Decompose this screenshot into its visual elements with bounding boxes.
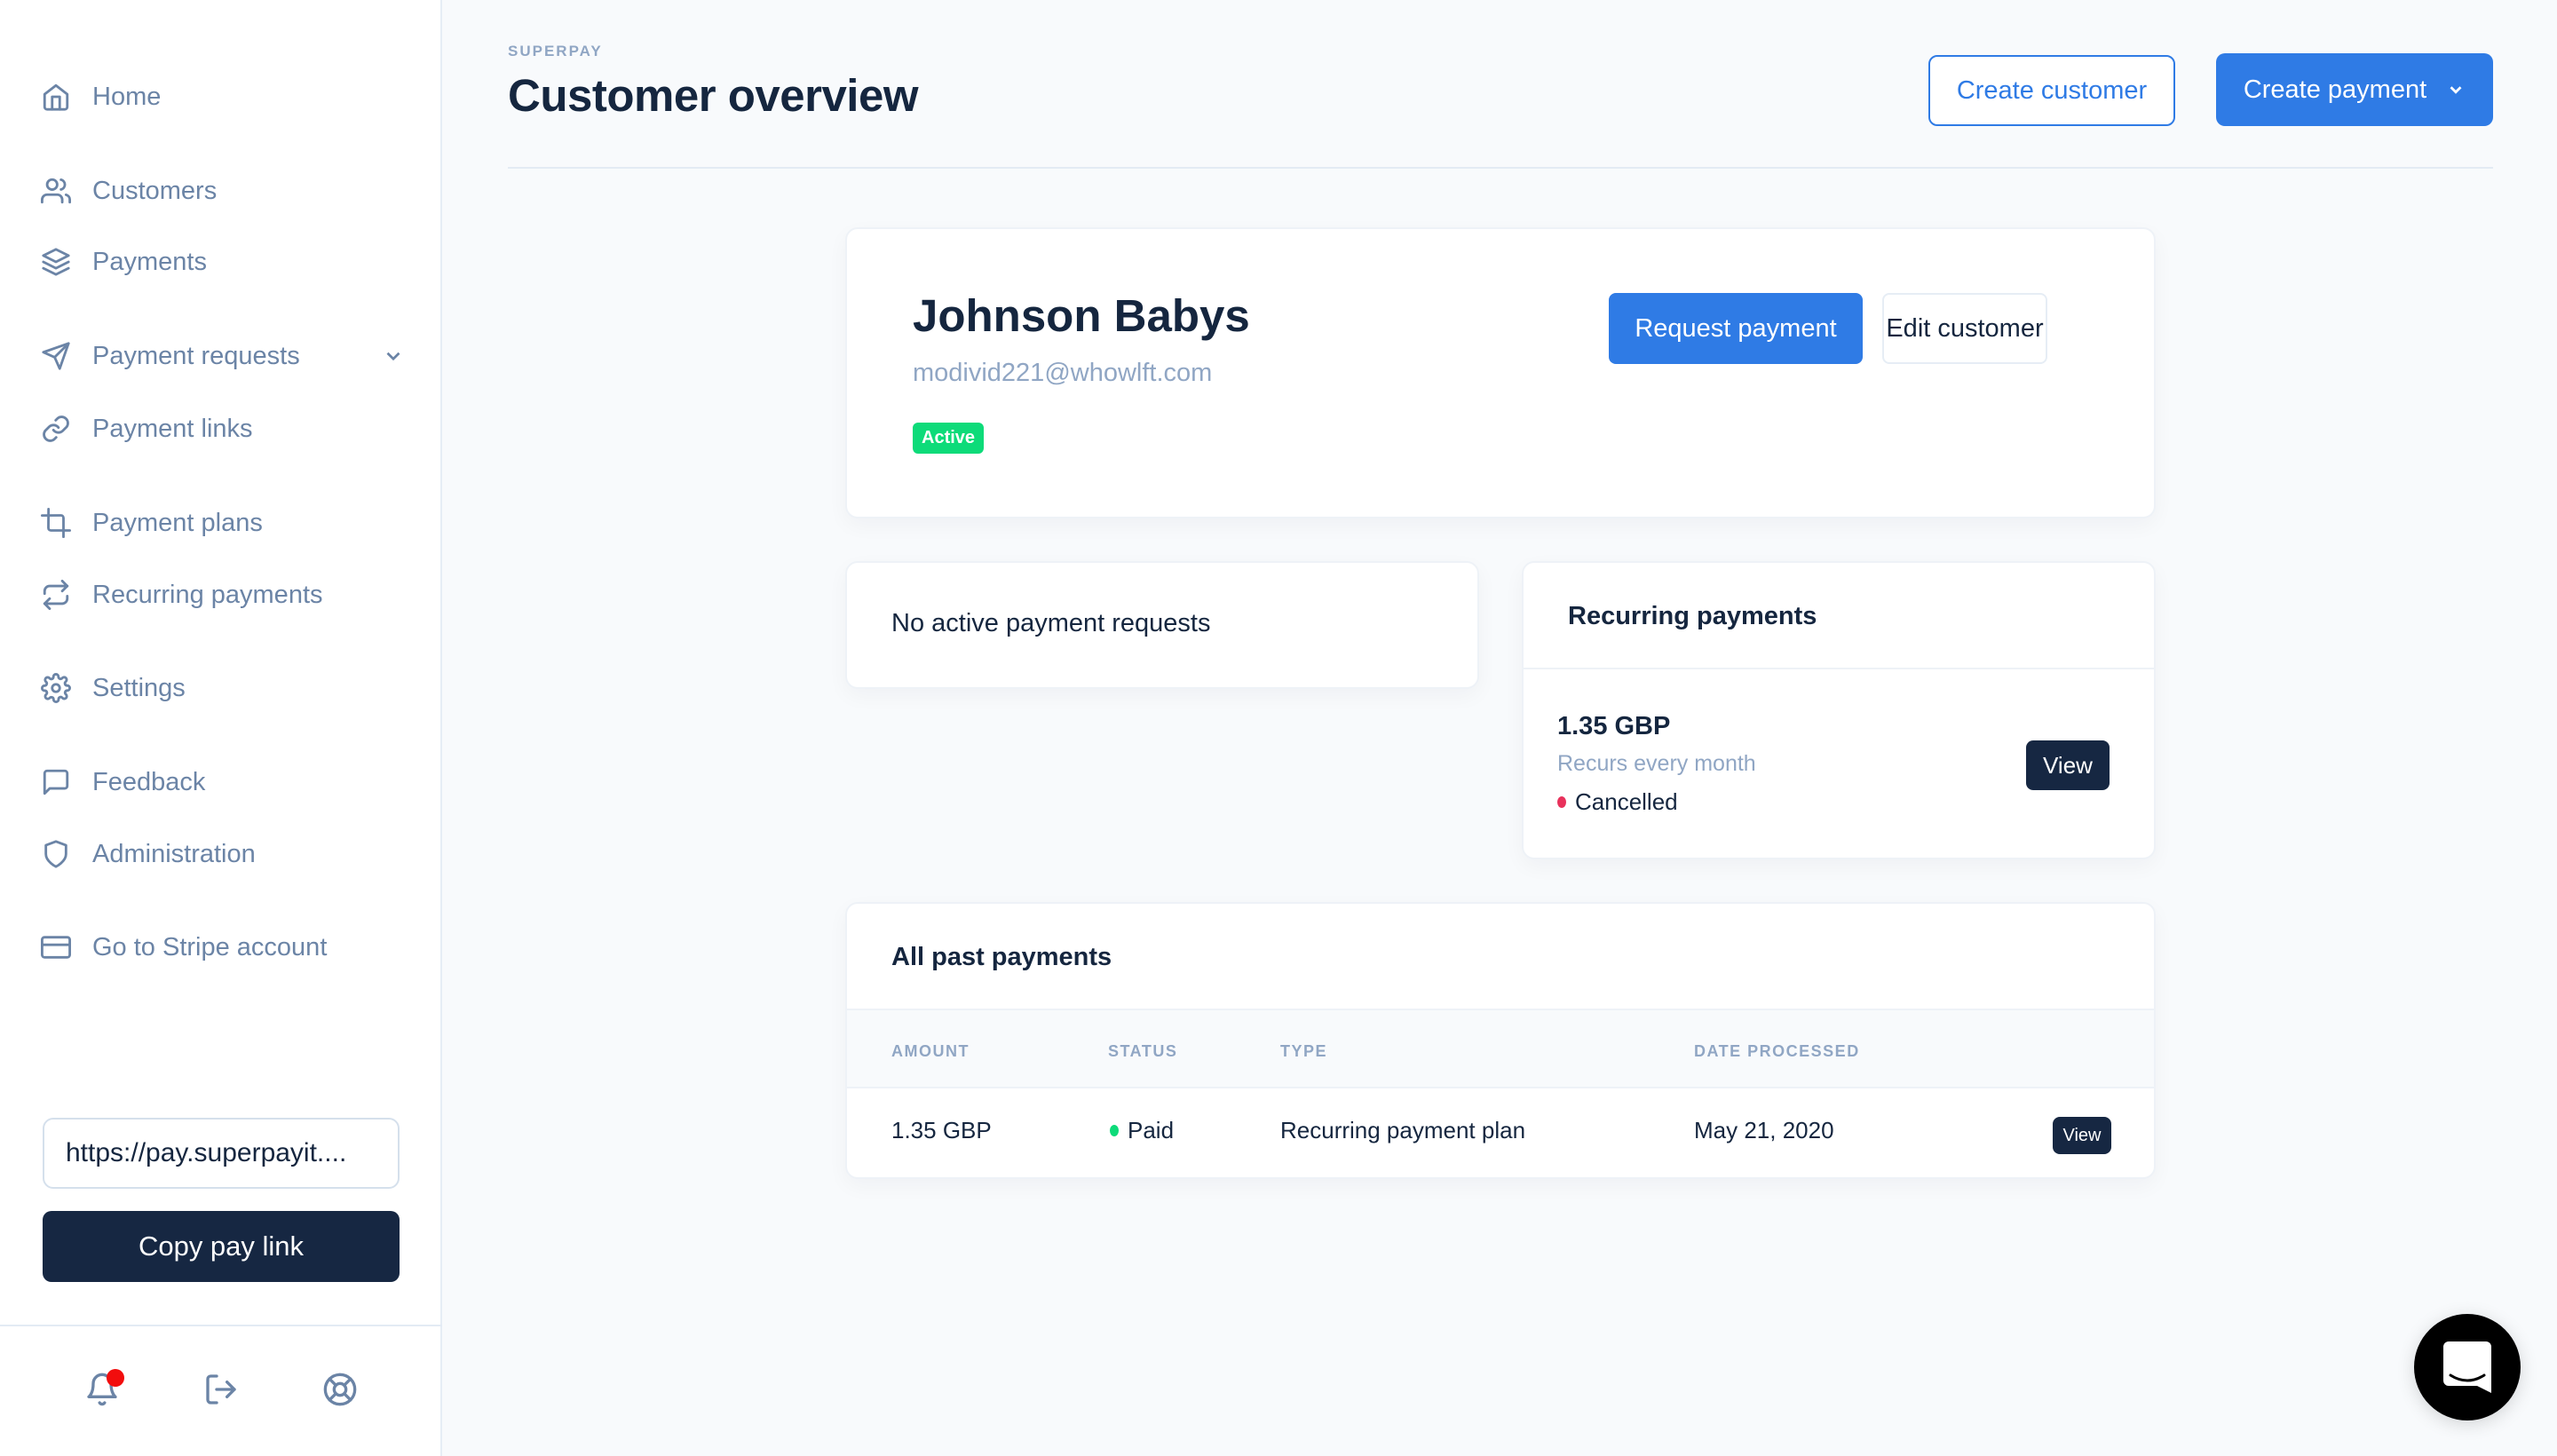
lifebuoy-icon[interactable] <box>322 1372 358 1407</box>
sidebar-item-payment-plans[interactable]: Payment plans <box>41 501 405 545</box>
sidebar-footer-divider <box>0 1325 442 1326</box>
chevron-down-icon[interactable] <box>382 344 405 368</box>
sidebar-item-label: Customers <box>92 176 218 205</box>
notification-badge <box>107 1369 124 1387</box>
customer-email: modivid221@whowlft.com <box>913 359 1213 387</box>
pay-link-input[interactable]: https://pay.superpayit.... <box>43 1118 400 1189</box>
column-header-type: TYPE <box>1280 1042 1328 1060</box>
message-square-icon <box>41 767 71 797</box>
recurring-amount: 1.35 GBP <box>1557 712 1671 740</box>
repeat-icon <box>41 580 71 610</box>
brand-label: SUPERPAY <box>508 43 603 59</box>
sidebar-item-label: Payment plans <box>92 508 263 537</box>
sidebar-item-label: Payment links <box>92 414 253 443</box>
sidebar-item-label: Home <box>92 82 162 111</box>
sidebar-item-stripe-account[interactable]: Go to Stripe account <box>41 925 405 969</box>
chevron-down-icon <box>2450 86 2462 94</box>
sidebar-item-settings[interactable]: Settings <box>41 666 405 710</box>
sidebar-item-label: Go to Stripe account <box>92 932 328 961</box>
sidebar-item-customers[interactable]: Customers <box>41 169 405 213</box>
customer-card: Johnson Babys modivid221@whowlft.com Act… <box>845 227 2156 518</box>
sidebar-item-label: Payments <box>92 247 207 276</box>
page-title: Customer overview <box>508 70 919 121</box>
cell-status: Paid <box>1110 1117 1174 1144</box>
gear-icon <box>41 673 71 703</box>
copy-pay-link-button[interactable]: Copy pay link <box>43 1211 400 1282</box>
sidebar-item-payments[interactable]: Payments <box>41 240 405 284</box>
column-header-status: STATUS <box>1108 1042 1178 1060</box>
sidebar-item-label: Recurring payments <box>92 580 323 609</box>
status-text: Cancelled <box>1575 788 1678 815</box>
customer-name: Johnson Babys <box>913 290 1250 341</box>
recurring-schedule: Recurs every month <box>1557 751 1756 776</box>
shield-icon <box>41 839 71 869</box>
status-dot <box>1110 1125 1119 1136</box>
create-customer-button[interactable]: Create customer <box>1928 55 2175 126</box>
home-icon <box>41 82 71 112</box>
sidebar-item-home[interactable]: Home <box>41 75 405 119</box>
send-icon <box>41 341 71 371</box>
status-text: Paid <box>1128 1117 1175 1143</box>
sidebar-item-label: Feedback <box>92 767 206 796</box>
sidebar-item-payment-requests[interactable]: Payment requests <box>41 334 405 378</box>
status-dot <box>1557 796 1566 808</box>
header-divider <box>508 167 2493 169</box>
create-payment-button[interactable]: Create payment <box>2216 53 2493 126</box>
sidebar-item-label: Settings <box>92 673 186 702</box>
cell-amount: 1.35 GBP <box>891 1117 992 1143</box>
sidebar-item-label: Administration <box>92 839 256 868</box>
layers-icon <box>41 247 71 277</box>
create-payment-label: Create payment <box>2243 75 2427 104</box>
empty-state-text: No active payment requests <box>891 609 1211 637</box>
view-payment-button[interactable]: View <box>2053 1117 2111 1154</box>
sidebar-item-administration[interactable]: Administration <box>41 832 405 876</box>
sidebar-item-feedback[interactable]: Feedback <box>41 760 405 804</box>
column-header-amount: AMOUNT <box>891 1042 970 1060</box>
edit-customer-button[interactable]: Edit customer <box>1882 293 2047 364</box>
users-icon <box>41 176 71 206</box>
cell-date: May 21, 2020 <box>1694 1117 1834 1143</box>
card-title: All past payments <box>891 943 1112 971</box>
table-header: AMOUNT STATUS TYPE DATE PROCESSED <box>847 1009 2154 1088</box>
sidebar-item-payment-links[interactable]: Payment links <box>41 407 405 451</box>
column-header-date: DATE PROCESSED <box>1694 1042 1860 1060</box>
request-payment-button[interactable]: Request payment <box>1609 293 1863 364</box>
link-icon <box>41 414 71 444</box>
payment-requests-card: No active payment requests <box>845 561 1479 689</box>
view-recurring-button[interactable]: View <box>2026 740 2110 790</box>
divider <box>1524 668 2154 669</box>
sidebar: Home Customers Payments Payment requests… <box>0 0 442 1456</box>
credit-card-icon <box>41 932 71 962</box>
crop-icon <box>41 508 71 538</box>
past-payments-card: All past payments AMOUNT STATUS TYPE DAT… <box>845 902 2156 1179</box>
card-title: Recurring payments <box>1568 602 1817 630</box>
sidebar-item-label: Payment requests <box>92 341 300 370</box>
status-badge: Active <box>913 423 985 454</box>
recurring-status: Cancelled <box>1557 788 1678 816</box>
logout-icon[interactable] <box>203 1372 239 1407</box>
cell-type: Recurring payment plan <box>1280 1117 1526 1143</box>
chat-icon <box>2443 1341 2491 1393</box>
chat-widget-button[interactable] <box>2414 1314 2521 1420</box>
sidebar-item-recurring-payments[interactable]: Recurring payments <box>41 573 405 617</box>
recurring-payments-card: Recurring payments 1.35 GBP Recurs every… <box>1522 561 2156 859</box>
